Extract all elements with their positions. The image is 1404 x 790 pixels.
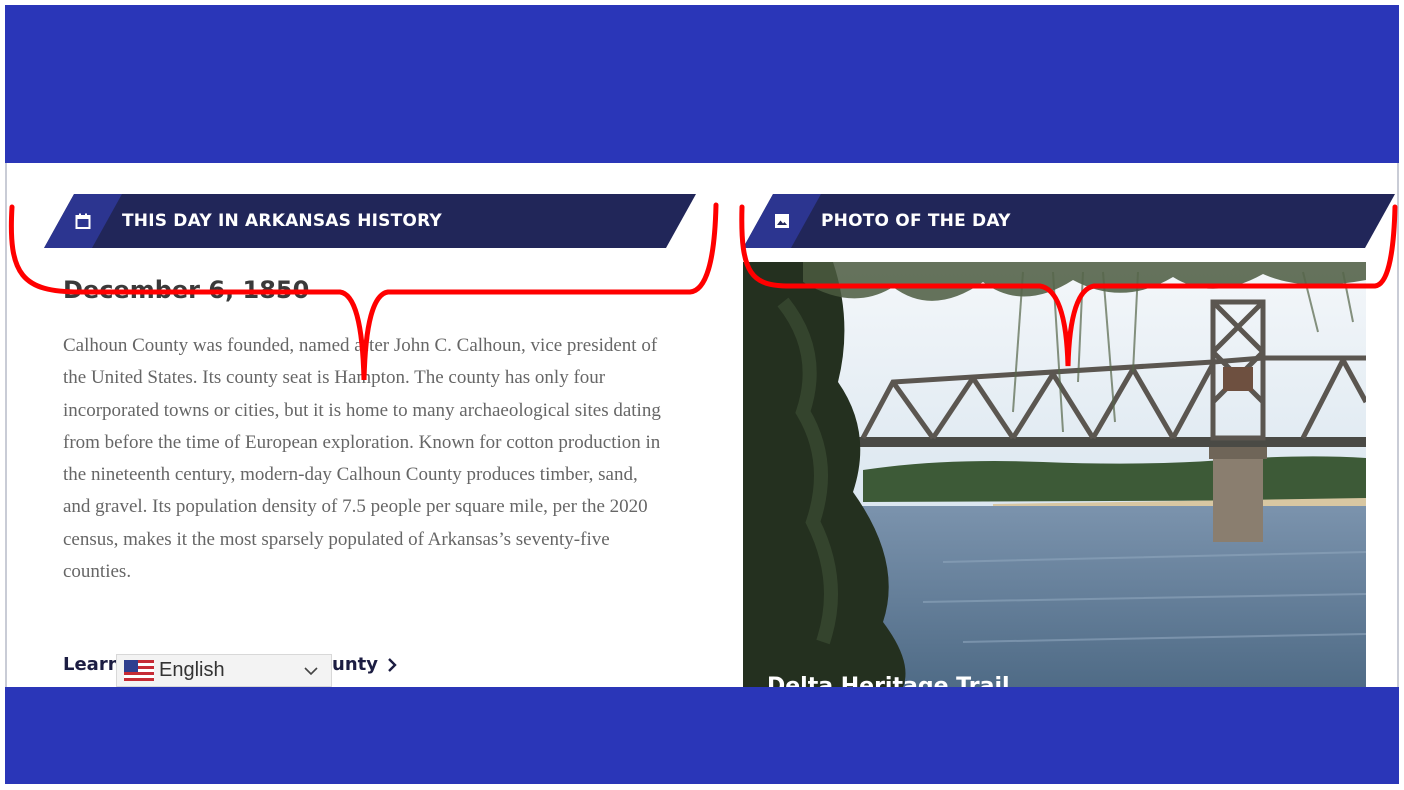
history-date: December 6, 1850: [63, 276, 310, 304]
chevron-right-icon[interactable]: [387, 657, 397, 673]
learn-more-link[interactable]: Learn: [63, 654, 121, 675]
photo-of-day-banner: PHOTO OF THE DAY: [743, 194, 1395, 248]
image-icon: [774, 213, 790, 229]
bottom-blue-band: [5, 687, 1399, 784]
photo-of-day-title: PHOTO OF THE DAY: [821, 211, 1011, 231]
photo-caption: Delta Heritage Trail: [767, 674, 1010, 687]
chevron-down-icon[interactable]: [304, 667, 318, 676]
calendar-icon: [75, 213, 91, 229]
language-label: English: [159, 659, 225, 681]
learn-more-link-end[interactable]: unty: [332, 654, 378, 675]
right-edge: [1397, 163, 1399, 687]
bridge-photo: [743, 262, 1366, 687]
us-flag-icon: [124, 660, 154, 681]
photo-of-day-image[interactable]: Delta Heritage Trail: [743, 262, 1366, 687]
this-day-title: THIS DAY IN ARKANSAS HISTORY: [122, 211, 442, 231]
history-body: Calhoun County was founded, named after …: [63, 335, 661, 583]
language-selector[interactable]: English: [116, 654, 332, 687]
top-blue-band: [5, 5, 1399, 163]
left-edge: [5, 163, 7, 687]
this-day-banner: THIS DAY IN ARKANSAS HISTORY: [44, 194, 696, 248]
